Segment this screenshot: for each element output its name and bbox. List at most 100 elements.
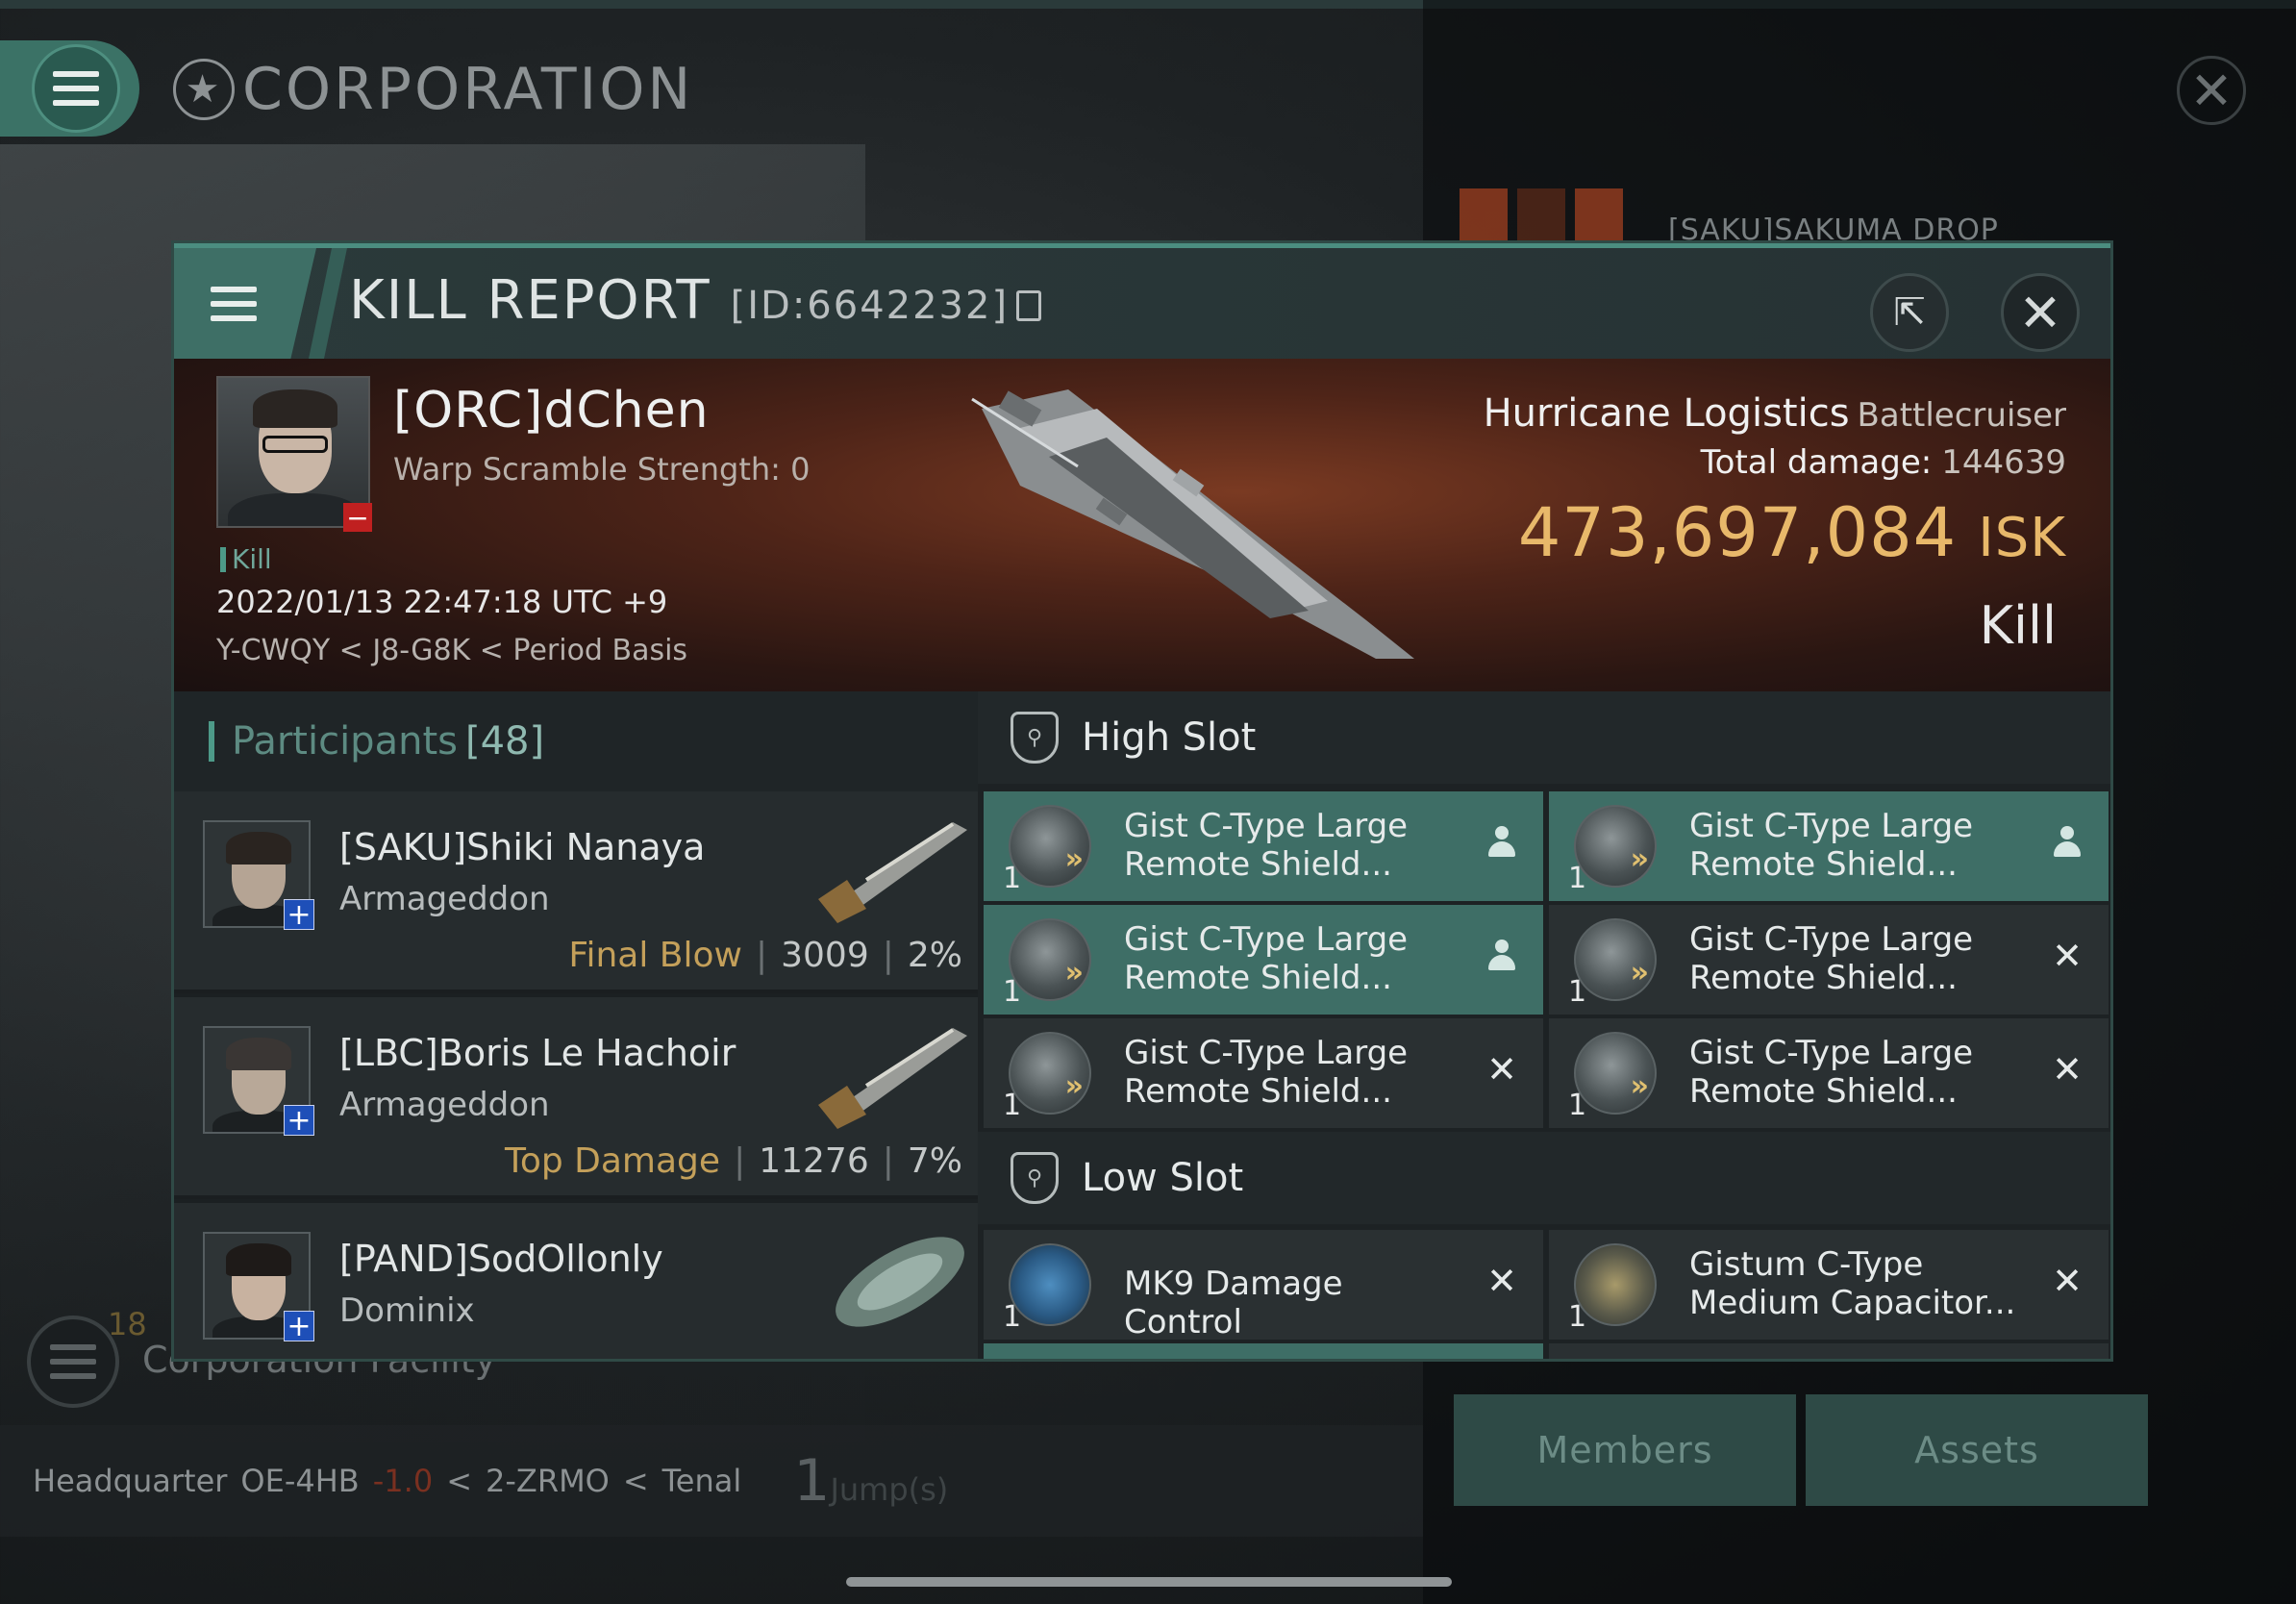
module-name: Gistum C-Type Medium Capacitor... xyxy=(1689,1245,2016,1322)
high-slot-icon: ⚲ xyxy=(1011,712,1059,764)
hq-region: Tenal xyxy=(661,1463,742,1499)
participants-label: Participants xyxy=(232,719,458,764)
close-button[interactable]: ✕ xyxy=(2001,273,2080,352)
minus-icon: − xyxy=(343,502,372,534)
total-damage-value: 144639 xyxy=(1941,443,2066,482)
corporation-menu-button[interactable] xyxy=(0,40,139,137)
participant-row[interactable]: + [PAND]SodOllonly Dominix xyxy=(174,1203,978,1359)
module-item[interactable]: » 1 Gist C-Type Large Remote Shield... ✕ xyxy=(1549,905,2109,1015)
kill-location[interactable]: Y-CWQY < J8-G8K < Period Basis xyxy=(216,634,687,667)
module-quantity: 1 xyxy=(1003,975,1022,1009)
chevron-left-icon: < xyxy=(446,1463,472,1499)
report-id[interactable]: [ID:6642232] xyxy=(731,284,1042,328)
module-item[interactable]: » 1 Gist C-Type Large Remote Shield... ✕ xyxy=(1549,1018,2109,1128)
copy-icon[interactable] xyxy=(1016,290,1042,321)
module-item-partial[interactable] xyxy=(984,1343,1543,1359)
participant-damage: 3009 xyxy=(781,936,869,975)
jump-value: 1 xyxy=(793,1447,831,1515)
corporation-star-icon: ★ xyxy=(173,59,235,120)
module-item-partial[interactable] xyxy=(1549,1343,2109,1359)
corp-facility-button[interactable] xyxy=(27,1316,119,1408)
headquarter-bar[interactable]: Headquarter OE-4HB -1.0 < 2-ZRMO < Tenal… xyxy=(0,1425,1423,1537)
participants-header[interactable]: Participants [48] xyxy=(174,691,978,791)
participant-ship: Armageddon xyxy=(339,1086,550,1124)
module-name: Gist C-Type Large Remote Shield... xyxy=(1124,1034,1409,1111)
share-button[interactable]: ⇱ xyxy=(1870,273,1949,352)
total-damage-label: Total damage: xyxy=(1700,443,1933,482)
total-damage: Total damage: 144639 xyxy=(1701,443,2066,482)
corporation-title-text: CORPORATION xyxy=(242,56,694,123)
high-slot-label: High Slot xyxy=(1082,715,1257,760)
kill-tag: Kill xyxy=(220,543,272,575)
kill-report-title-text: KILL REPORT xyxy=(349,269,711,332)
separator: | xyxy=(882,1141,894,1181)
module-item[interactable]: » 1 Gist C-Type Large Remote Shield... xyxy=(984,905,1543,1015)
fitting-panel: ⚲ High Slot » 1 Gist C-Type Large Remote … xyxy=(978,691,2110,1359)
participant-ship-image xyxy=(818,822,967,923)
module-quantity: 1 xyxy=(1568,975,1587,1009)
corporation-close-icon[interactable]: ✕ xyxy=(2177,56,2246,125)
module-item[interactable]: » 1 Gist C-Type Large Remote Shield... xyxy=(1549,791,2109,901)
victim-name[interactable]: [ORC]dChen xyxy=(393,382,710,439)
ship-class: Battlecruiser xyxy=(1857,396,2066,435)
module-name: Gist C-Type Large Remote Shield... xyxy=(1124,807,1409,884)
isk-amount: 473,697,084 xyxy=(1517,493,1958,572)
module-item[interactable]: 1 Gistum C-Type Medium Capacitor... ✕ xyxy=(1549,1230,2109,1340)
module-quantity: 1 xyxy=(1003,1089,1022,1122)
hq-system: OE-4HB xyxy=(240,1463,360,1499)
participant-ship: Armageddon xyxy=(339,880,550,918)
jump-label: Jump(s) xyxy=(830,1471,949,1508)
low-slot-label: Low Slot xyxy=(1082,1156,1244,1200)
module-name: Gist C-Type Large Remote Shield... xyxy=(1689,807,1974,884)
isk-unit: ISK xyxy=(1978,507,2066,569)
participant-row[interactable]: + [LBC]Boris Le Hachoir Armageddon Top D… xyxy=(174,997,978,1199)
participant-stats: Final Blow | 3009 | 2% xyxy=(568,936,962,975)
separator: | xyxy=(755,936,768,975)
members-button[interactable]: Members xyxy=(1454,1394,1796,1506)
destroyed-icon: ✕ xyxy=(1486,1260,1517,1302)
corp-facility-count: 18 xyxy=(108,1306,147,1342)
jump-count: 1Jump(s) xyxy=(793,1447,948,1515)
hamburger-icon xyxy=(211,286,257,321)
header-stripe xyxy=(309,248,347,359)
destroyed-icon: ✕ xyxy=(2052,1048,2083,1090)
module-quantity: 1 xyxy=(1568,862,1587,895)
module-quantity: 1 xyxy=(1003,862,1022,895)
plus-icon: + xyxy=(284,1104,314,1138)
background-corp-color-blocks xyxy=(1460,188,1633,240)
assets-button[interactable]: Assets xyxy=(1806,1394,2148,1506)
home-indicator[interactable] xyxy=(846,1577,1452,1587)
close-icon: ✕ xyxy=(2018,282,2062,343)
participant-name: [PAND]SodOllonly xyxy=(339,1238,663,1280)
modal-menu-button[interactable] xyxy=(174,248,316,359)
hq-constellation: 2-ZRMO xyxy=(486,1463,610,1499)
participant-ship-image xyxy=(818,1028,967,1129)
corporation-title: ★ CORPORATION xyxy=(173,56,693,123)
low-slot-header: ⚲ Low Slot xyxy=(978,1132,2110,1224)
separator: | xyxy=(734,1141,746,1181)
pilot-icon xyxy=(1480,820,1524,865)
external-link-icon: ⇱ xyxy=(1893,290,1926,335)
participant-role: Top Damage xyxy=(504,1141,721,1181)
module-item[interactable]: » 1 Gist C-Type Large Remote Shield... xyxy=(984,791,1543,901)
module-item[interactable]: » 1 Gist C-Type Large Remote Shield... ✕ xyxy=(984,1018,1543,1128)
module-name: MK9 Damage Control xyxy=(1124,1265,1343,1341)
module-item[interactable]: 1 MK9 Damage Control ✕ xyxy=(984,1230,1543,1341)
participant-stats: Top Damage | 11276 | 7% xyxy=(505,1141,962,1181)
isk-value: 473,697,084 ISK xyxy=(1518,493,2066,572)
participants-count: [48] xyxy=(464,719,545,764)
kill-report-title: KILL REPORT [ID:6642232] xyxy=(349,269,1042,332)
participant-percent: 2% xyxy=(907,936,962,975)
ship-name[interactable]: Hurricane Logistics Battlecruiser xyxy=(1484,391,2066,436)
menu-icon-circle xyxy=(32,44,120,133)
plus-icon: + xyxy=(284,1310,314,1343)
participant-ship: Dominix xyxy=(339,1291,475,1330)
participant-row[interactable]: + [SAKU]Shiki Nanaya Armageddon Final Bl… xyxy=(174,791,978,993)
accent-bar xyxy=(209,721,214,762)
module-quantity: 1 xyxy=(1568,1300,1587,1334)
module-name: Gist C-Type Large Remote Shield... xyxy=(1689,1034,1974,1111)
participant-role: Final Blow xyxy=(568,936,742,975)
participant-percent: 7% xyxy=(907,1141,962,1181)
hq-label: Headquarter xyxy=(33,1463,228,1499)
warp-scramble-strength: Warp Scramble Strength: 0 xyxy=(393,451,811,488)
